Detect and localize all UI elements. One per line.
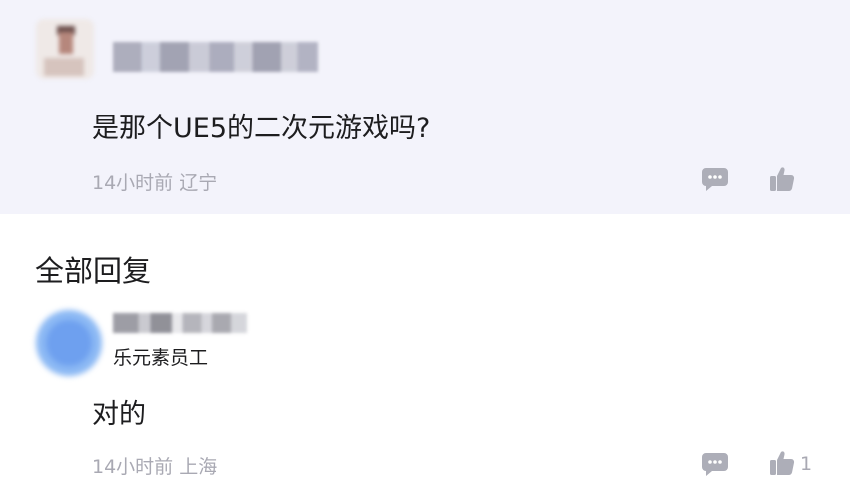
user-avatar-blurred[interactable] [36, 19, 94, 79]
comment-bubble-icon[interactable] [701, 451, 729, 481]
original-comment-card: 是那个UE5的二次元游戏吗? 14小时前 辽宁 [0, 0, 850, 214]
avatar-body [44, 58, 84, 76]
comment-location: 辽宁 [179, 172, 218, 194]
username-blurred[interactable] [113, 42, 318, 72]
reply-location: 上海 [179, 456, 218, 478]
thumbs-up-icon[interactable] [769, 450, 795, 480]
employee-badge-text: 乐元素员工 [113, 347, 209, 369]
reply-meta: 14小时前 上海 [92, 452, 217, 479]
reply-avatar-inner [46, 320, 92, 366]
thumbs-up-icon[interactable] [769, 166, 795, 196]
reply-text: 对的 [92, 399, 146, 430]
reply-username-blurred[interactable] [113, 313, 247, 333]
reply-like-count: 1 [800, 453, 813, 475]
comment-time: 14小时前 [92, 172, 174, 194]
comment-bubble-icon[interactable] [701, 166, 729, 196]
reply-time: 14小时前 [92, 456, 174, 478]
avatar-face [59, 32, 73, 54]
comment-text: 是那个UE5的二次元游戏吗? [92, 113, 431, 144]
reply-user-avatar-blurred[interactable] [36, 310, 102, 376]
section-title-all-replies: 全部回复 [35, 254, 152, 288]
comment-meta: 14小时前 辽宁 [92, 168, 217, 195]
